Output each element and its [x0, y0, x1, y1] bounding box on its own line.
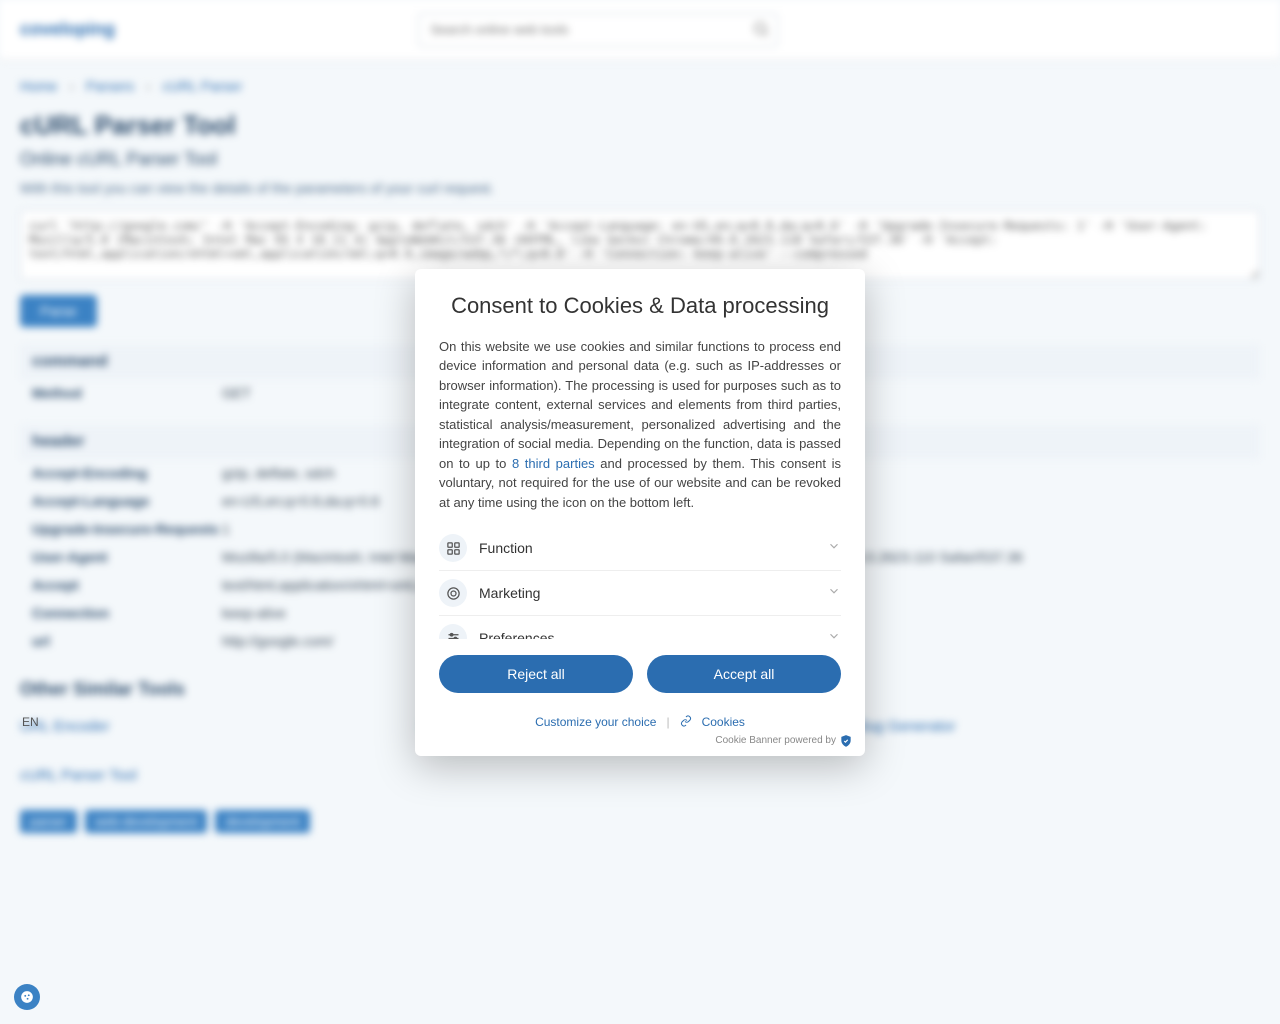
chevron-down-icon: [827, 584, 841, 603]
cookies-link[interactable]: Cookies: [702, 715, 745, 729]
chevron-down-icon: [827, 539, 841, 558]
reject-all-button[interactable]: Reject all: [439, 655, 633, 693]
powered-text: Cookie Banner powered by: [715, 735, 836, 746]
separator: |: [666, 715, 669, 729]
consent-text-before: On this website we use cookies and simil…: [439, 339, 841, 471]
consent-modal: Consent to Cookies & Data processing On …: [415, 269, 865, 756]
marketing-icon: [439, 579, 467, 607]
shield-check-icon: [839, 734, 853, 748]
consent-overlay: Consent to Cookies & Data processing On …: [0, 0, 1280, 1024]
consent-footer: EN Customize your choice | Cookies: [415, 709, 865, 734]
third-parties-link[interactable]: 8 third parties: [512, 456, 595, 471]
preferences-icon: [439, 624, 467, 639]
category-label: Preferences: [479, 630, 827, 639]
consent-text: On this website we use cookies and simil…: [439, 337, 841, 513]
accept-all-button[interactable]: Accept all: [647, 655, 841, 693]
category-label: Marketing: [479, 585, 827, 601]
customize-link[interactable]: Customize your choice: [535, 715, 656, 729]
powered-by: Cookie Banner powered by: [415, 734, 865, 756]
category-marketing[interactable]: Marketing: [439, 570, 841, 615]
function-icon: [439, 534, 467, 562]
chevron-down-icon: [827, 629, 841, 639]
category-function[interactable]: Function: [439, 526, 841, 570]
consent-title: Consent to Cookies & Data processing: [439, 293, 841, 319]
category-preferences[interactable]: Preferences: [439, 615, 841, 639]
link-icon: [680, 715, 692, 730]
category-label: Function: [479, 540, 827, 556]
